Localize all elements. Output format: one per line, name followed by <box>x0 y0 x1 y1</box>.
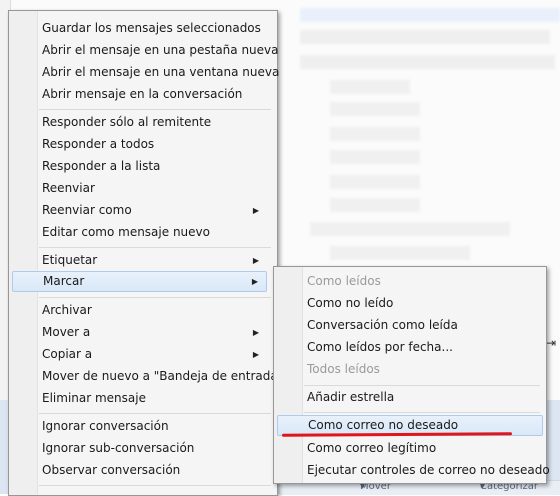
menu-item-archive[interactable]: Archivar <box>12 300 92 321</box>
menu-item-open-in-window[interactable]: Abrir el mensaje en una ventana nueva <box>12 62 279 83</box>
menu-item-save-messages[interactable]: Guardar los mensajes seleccionados <box>12 18 261 39</box>
submenu-arrow-icon: ▶ <box>251 277 258 286</box>
menu-item-forward-as[interactable]: Reenviar como ▶ <box>12 200 267 221</box>
submenu-item-mark-thread-read[interactable]: Conversación como leída <box>277 315 458 336</box>
mail-row <box>330 127 420 141</box>
submenu-item-mark-unread[interactable]: Como no leído <box>277 293 393 314</box>
submenu-item-add-star[interactable]: Añadir estrella <box>277 387 394 408</box>
menu-item-reply-list[interactable]: Responder a la lista <box>12 156 160 177</box>
menu-separator <box>39 297 271 298</box>
forward-arrow-icon: ⇥ <box>546 336 557 350</box>
submenu-item-mark-all-read[interactable]: Todos leídos <box>277 359 380 380</box>
submenu-item-mark-read[interactable]: Como leídos <box>277 271 381 292</box>
mail-row <box>330 150 420 164</box>
menu-item-mark[interactable]: Marcar ▶ <box>12 271 267 292</box>
menu-separator <box>304 385 540 386</box>
submenu-item-mark-read-by-date[interactable]: Como leídos por fecha... <box>277 337 453 358</box>
menu-separator <box>39 413 271 414</box>
mail-row <box>300 55 555 69</box>
submenu-arrow-icon: ▶ <box>252 206 259 215</box>
menu-item-tag[interactable]: Etiquetar ▶ <box>12 250 267 271</box>
menu-item-move-back-to-inbox[interactable]: Mover de nuevo a "Bandeja de entrada" <box>12 366 283 387</box>
menu-item-edit-as-new[interactable]: Editar como mensaje nuevo <box>12 222 210 243</box>
menu-item-copy-to[interactable]: Copiar a ▶ <box>12 344 267 365</box>
submenu-arrow-icon: ▶ <box>252 256 259 265</box>
submenu-arrow-icon: ▶ <box>252 350 259 359</box>
menu-separator <box>304 412 540 413</box>
message-context-menu: Guardar los mensajes seleccionados Abrir… <box>8 10 283 496</box>
mail-row <box>330 80 410 94</box>
menu-separator <box>39 109 271 110</box>
mail-row <box>310 222 510 236</box>
menu-item-reply-all[interactable]: Responder a todos <box>12 134 154 155</box>
menu-item-open-in-tab[interactable]: Abrir el mensaje en una pestaña nueva <box>12 40 279 61</box>
submenu-arrow-icon: ▶ <box>252 328 259 337</box>
menu-separator <box>39 247 271 248</box>
menu-item-open-in-conversation[interactable]: Abrir mensaje en la conversación <box>12 84 242 105</box>
mail-row <box>330 246 470 260</box>
menu-item-watch-conversation[interactable]: Observar conversación <box>12 460 180 481</box>
menu-separator <box>39 485 271 486</box>
mail-row <box>300 30 550 44</box>
mark-submenu: Como leídos Como no leído Conversación c… <box>273 266 550 484</box>
submenu-item-mark-as-not-junk[interactable]: Como correo legítimo <box>277 438 436 459</box>
submenu-item-run-junk-controls[interactable]: Ejecutar controles de correo no deseado <box>277 460 550 481</box>
menu-item-move-to[interactable]: Mover a ▶ <box>12 322 267 343</box>
menu-item-delete-message[interactable]: Eliminar mensaje <box>12 388 146 409</box>
mail-row <box>330 175 420 189</box>
menu-item-ignore-subconversation[interactable]: Ignorar sub-conversación <box>12 438 194 459</box>
menu-item-forward[interactable]: Reenviar <box>12 178 95 199</box>
menu-item-ignore-conversation[interactable]: Ignorar conversación <box>12 416 169 437</box>
mail-row <box>330 198 420 212</box>
mail-row <box>300 8 560 22</box>
menu-item-reply-sender[interactable]: Responder sólo al remitente <box>12 112 211 133</box>
mail-row <box>330 102 420 116</box>
